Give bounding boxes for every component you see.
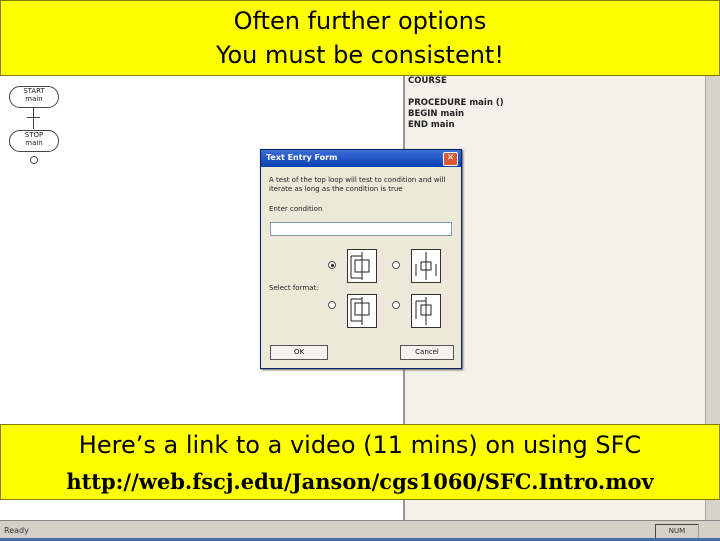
loop-test-bottom-icon[interactable] bbox=[347, 294, 377, 328]
top-banner-line-2: You must be consistent! bbox=[216, 41, 504, 69]
condition-input[interactable] bbox=[270, 222, 452, 236]
start-node-sub: main bbox=[25, 95, 43, 103]
loop-test-top-icon[interactable] bbox=[347, 249, 377, 283]
ok-button[interactable]: OK bbox=[270, 345, 328, 360]
code-line: COURSE bbox=[408, 76, 447, 86]
video-link[interactable]: http://web.fscj.edu/Janson/cgs1060/SFC.I… bbox=[1, 469, 719, 494]
connector-line bbox=[33, 107, 34, 129]
status-num-panel: NUM bbox=[655, 524, 699, 539]
select-format-label: Select format: bbox=[269, 284, 319, 292]
cancel-button[interactable]: Cancel bbox=[400, 345, 454, 360]
text-entry-dialog: Text Entry Form ✕ A test of the top loop… bbox=[260, 149, 462, 369]
loop-test-bottom-alt-icon[interactable] bbox=[411, 294, 441, 328]
end-point-icon bbox=[30, 156, 38, 164]
format-radio-1[interactable] bbox=[328, 261, 336, 269]
code-line: END main bbox=[408, 120, 455, 130]
top-banner: Often further options You must be consis… bbox=[0, 0, 720, 76]
dialog-title: Text Entry Form bbox=[266, 153, 338, 162]
close-icon[interactable]: ✕ bbox=[443, 152, 458, 166]
condition-label: Enter condition bbox=[269, 205, 323, 213]
dialog-description: A test of the top loop will test to cond… bbox=[269, 176, 446, 193]
bottom-banner: Here’s a link to a video (11 mins) on us… bbox=[0, 424, 720, 500]
status-text: Ready bbox=[4, 526, 29, 535]
top-banner-line-1: Often further options bbox=[233, 7, 487, 35]
format-radio-4[interactable] bbox=[392, 301, 400, 309]
loop-test-top-alt-icon[interactable] bbox=[411, 249, 441, 283]
format-radio-3[interactable] bbox=[328, 301, 336, 309]
bottom-banner-line-1: Here’s a link to a video (11 mins) on us… bbox=[78, 431, 642, 459]
stop-node[interactable]: STOP main bbox=[9, 130, 59, 152]
start-node-label: START bbox=[23, 87, 45, 95]
connector-tick bbox=[27, 117, 40, 118]
format-radio-2[interactable] bbox=[392, 261, 400, 269]
start-node[interactable]: START main bbox=[9, 86, 59, 108]
code-line: PROCEDURE main () bbox=[408, 98, 504, 108]
stop-node-label: STOP bbox=[24, 131, 44, 139]
stop-node-sub: main bbox=[25, 139, 43, 147]
dialog-titlebar[interactable]: Text Entry Form ✕ bbox=[261, 150, 461, 167]
code-line: BEGIN main bbox=[408, 109, 465, 119]
status-bar: Ready NUM bbox=[0, 520, 720, 541]
